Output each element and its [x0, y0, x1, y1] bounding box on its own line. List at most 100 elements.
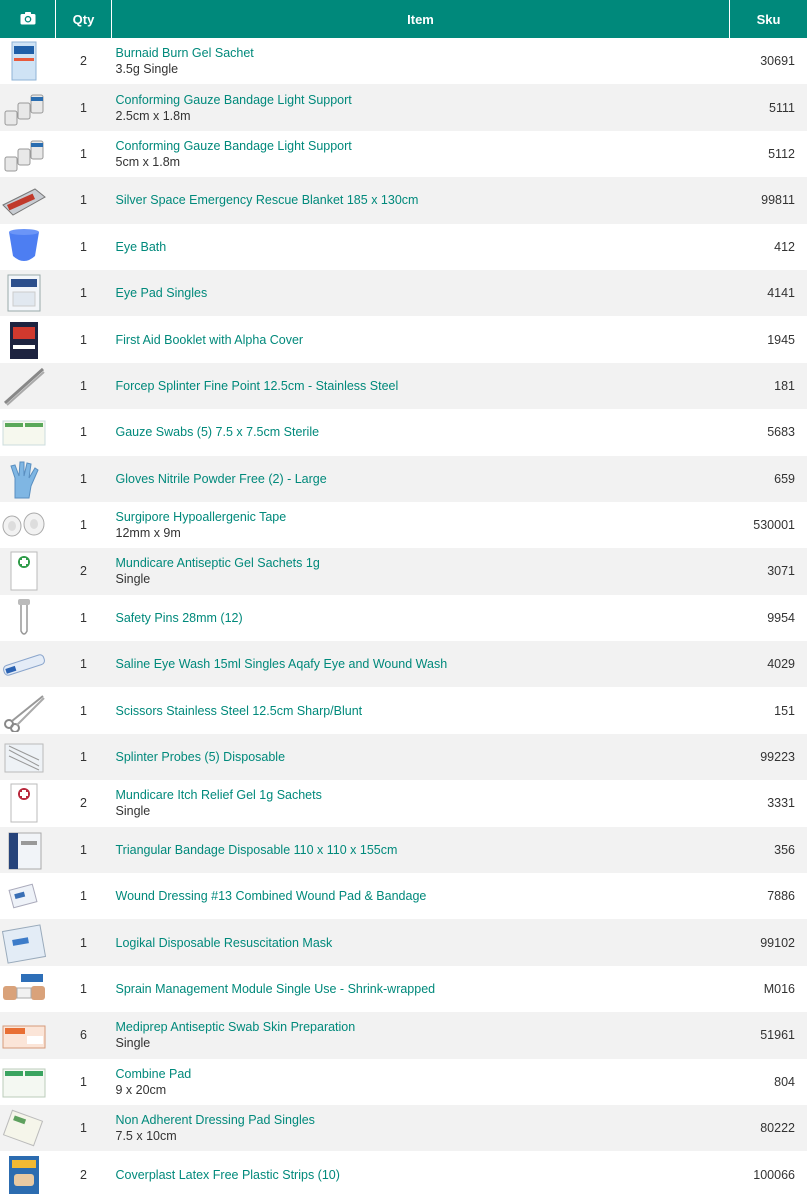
item-name-link[interactable]: First Aid Booklet with Alpha Cover	[116, 332, 730, 348]
rolls-thumbnail[interactable]	[1, 87, 47, 129]
item-name-link[interactable]: Coverplast Latex Free Plastic Strips (10…	[116, 1167, 730, 1183]
glove-thumbnail[interactable]	[1, 458, 47, 500]
item-name-link[interactable]: Eye Pad Singles	[116, 285, 730, 301]
swabs-thumbnail[interactable]	[1, 411, 47, 453]
item-name-link[interactable]: Surgipore Hypoallergenic Tape	[116, 509, 730, 525]
item-name-link[interactable]: Conforming Gauze Bandage Light Support	[116, 138, 730, 154]
table-row: 1 First Aid Booklet with Alpha Cover 194…	[0, 316, 807, 363]
saline-thumbnail[interactable]	[1, 643, 47, 685]
sku-value: 51961	[760, 1028, 795, 1043]
item-variant: 3.5g Single	[115, 62, 179, 77]
qty-value: 1	[80, 332, 87, 347]
rolls-thumbnail[interactable]	[1, 133, 47, 175]
thumbnail-cell	[0, 548, 56, 594]
item-column-header[interactable]: Item	[111, 0, 730, 38]
table-body: 2 Burnaid Burn Gel Sachet 3.5g Single 30…	[0, 38, 807, 1198]
sku-value: 30691	[760, 54, 795, 69]
thumbnail-cell	[0, 38, 56, 84]
nonadherent-thumbnail[interactable]	[1, 1107, 47, 1149]
item-name-link[interactable]: Safety Pins 28mm (12)	[116, 610, 730, 626]
sku-value: 99223	[760, 750, 795, 765]
sku-cell: 151	[730, 687, 807, 733]
item-cell: Mundicare Itch Relief Gel 1g Sachets Sin…	[112, 780, 730, 826]
mediprep-thumbnail[interactable]	[1, 1014, 47, 1056]
scissors-thumbnail[interactable]	[1, 690, 47, 732]
thumbnail-cell	[0, 780, 56, 826]
item-name-link[interactable]: Burnaid Burn Gel Sachet	[116, 45, 730, 61]
sku-value: 5112	[768, 146, 795, 161]
qty-column-header[interactable]: Qty	[55, 0, 112, 38]
item-name-link[interactable]: Mediprep Antiseptic Swab Skin Preparatio…	[116, 1019, 730, 1035]
item-name-link[interactable]: Scissors Stainless Steel 12.5cm Sharp/Bl…	[116, 703, 730, 719]
item-name-link[interactable]: Forcep Splinter Fine Point 12.5cm - Stai…	[116, 378, 730, 394]
sku-column-header[interactable]: Sku	[730, 0, 807, 38]
qty-value: 1	[80, 750, 87, 765]
table-row: 1 Non Adherent Dressing Pad Singles 7.5 …	[0, 1104, 807, 1152]
item-name-link[interactable]: Conforming Gauze Bandage Light Support	[116, 92, 730, 108]
qty-value: 1	[80, 146, 87, 161]
coverplast-thumbnail[interactable]	[1, 1154, 47, 1196]
eyebath-thumbnail[interactable]	[1, 226, 47, 268]
probes-thumbnail[interactable]	[1, 736, 47, 778]
item-cell: Mundicare Antiseptic Gel Sachets 1g Sing…	[112, 548, 730, 594]
table-row: 2 Coverplast Latex Free Plastic Strips (…	[0, 1151, 807, 1198]
thumbnail-cell	[0, 919, 56, 965]
mask-thumbnail[interactable]	[1, 922, 47, 964]
pin-thumbnail[interactable]	[1, 597, 47, 639]
table-row: 1 Silver Space Emergency Rescue Blanket …	[0, 177, 807, 224]
item-name-link[interactable]: Splinter Probes (5) Disposable	[116, 749, 730, 765]
combine-thumbnail[interactable]	[1, 1061, 47, 1103]
sku-cell: 804	[730, 1059, 807, 1105]
item-cell: Logikal Disposable Resuscitation Mask	[112, 919, 730, 965]
qty-value: 1	[80, 1121, 87, 1136]
qty-cell: 1	[56, 1059, 112, 1105]
sku-value: 5683	[767, 425, 795, 440]
forcep-thumbnail[interactable]	[1, 365, 47, 407]
item-cell: Splinter Probes (5) Disposable	[112, 734, 730, 780]
item-name-link[interactable]: Saline Eye Wash 15ml Singles Aqafy Eye a…	[116, 656, 730, 672]
item-name-link[interactable]: Silver Space Emergency Rescue Blanket 18…	[116, 192, 730, 208]
item-name-link[interactable]: Mundicare Itch Relief Gel 1g Sachets	[116, 787, 730, 803]
triangular-thumbnail[interactable]	[1, 829, 47, 871]
thumbnail-cell	[0, 873, 56, 919]
item-name-link[interactable]: Gauze Swabs (5) 7.5 x 7.5cm Sterile	[116, 424, 730, 440]
item-name-link[interactable]: Logikal Disposable Resuscitation Mask	[116, 935, 730, 951]
item-name-link[interactable]: Eye Bath	[116, 239, 730, 255]
sku-cell: 30691	[730, 38, 807, 84]
thumbnail-cell	[0, 270, 56, 316]
table-header: Qty Item Sku	[0, 0, 807, 38]
gel-red-thumbnail[interactable]	[1, 782, 47, 824]
item-name-link[interactable]: Sprain Management Module Single Use - Sh…	[116, 981, 730, 997]
item-name-link[interactable]: Non Adherent Dressing Pad Singles	[116, 1112, 730, 1128]
sku-value: 5111	[769, 100, 795, 115]
table-row: 1 Surgipore Hypoallergenic Tape 12mm x 9…	[0, 501, 807, 549]
item-cell: Silver Space Emergency Rescue Blanket 18…	[112, 177, 730, 223]
item-variant: Single	[115, 1036, 151, 1051]
item-name-link[interactable]: Wound Dressing #13 Combined Wound Pad & …	[116, 888, 730, 904]
item-name-link[interactable]: Gloves Nitrile Powder Free (2) - Large	[116, 471, 730, 487]
item-name-link[interactable]: Combine Pad	[116, 1066, 730, 1082]
gel-green-thumbnail[interactable]	[1, 550, 47, 592]
dressing-thumbnail[interactable]	[1, 875, 47, 917]
item-cell: Sprain Management Module Single Use - Sh…	[112, 966, 730, 1012]
sku-cell: 100066	[730, 1151, 807, 1197]
item-cell: Mediprep Antiseptic Swab Skin Preparatio…	[112, 1012, 730, 1058]
sku-cell: 1945	[730, 316, 807, 362]
sku-value: 659	[774, 471, 795, 486]
qty-cell: 2	[56, 780, 112, 826]
sku-value: 3071	[767, 564, 795, 579]
sachet-thumbnail[interactable]	[1, 40, 47, 82]
item-cell: Wound Dressing #13 Combined Wound Pad & …	[112, 873, 730, 919]
sku-value: 7886	[767, 889, 795, 904]
item-name-link[interactable]: Triangular Bandage Disposable 110 x 110 …	[116, 842, 730, 858]
tape-thumbnail[interactable]	[1, 504, 47, 546]
item-name-link[interactable]: Mundicare Antiseptic Gel Sachets 1g	[116, 555, 730, 571]
qty-value: 1	[80, 193, 87, 208]
thumbnail-cell	[0, 363, 56, 409]
sprain-thumbnail[interactable]	[1, 968, 47, 1010]
pad-thumbnail[interactable]	[1, 272, 47, 314]
booklet-thumbnail[interactable]	[1, 319, 47, 361]
blanket-thumbnail[interactable]	[1, 179, 47, 221]
qty-cell: 1	[56, 873, 112, 919]
sku-cell: 7886	[730, 873, 807, 919]
